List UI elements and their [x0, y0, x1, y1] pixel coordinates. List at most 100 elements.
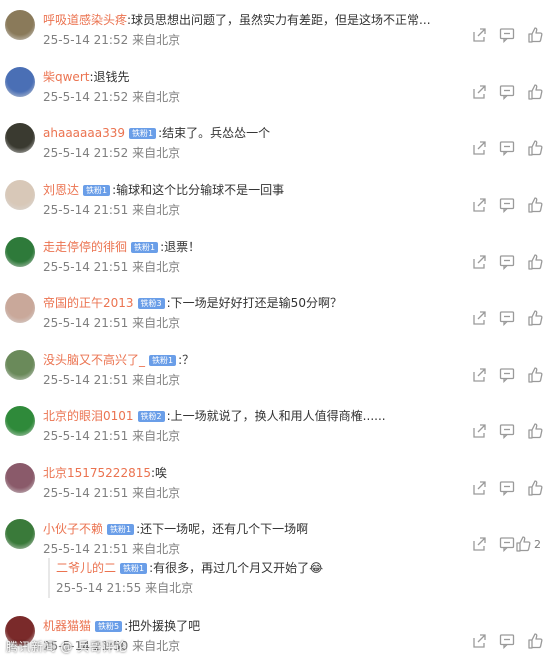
like-icon[interactable]: [527, 84, 543, 100]
share-icon[interactable]: [471, 254, 487, 270]
comment-icon[interactable]: [499, 310, 515, 326]
comment-icon[interactable]: [499, 254, 515, 270]
share-icon[interactable]: [471, 140, 487, 156]
like-icon[interactable]: [527, 633, 543, 649]
laugh-emoji-icon: 😂: [309, 561, 324, 575]
comment-location: 来自北京: [132, 542, 181, 556]
comment-username[interactable]: 没头脑又不高兴了_: [43, 353, 145, 367]
comment-item: 柴qwert:退钱先 25-5-14 21:52 来自北京: [0, 62, 553, 119]
comment-text: :退钱先: [89, 70, 130, 84]
comment-location: 来自北京: [132, 203, 181, 217]
share-icon[interactable]: [471, 536, 487, 552]
comment-time: 25-5-14 21:51: [43, 203, 129, 217]
comment-location: 来自北京: [132, 146, 181, 160]
comment-username[interactable]: 北京的眼泪0101: [43, 409, 134, 423]
share-icon[interactable]: [471, 367, 487, 383]
avatar[interactable]: [5, 180, 35, 210]
comment-username[interactable]: ahaaaaaa339: [43, 126, 125, 140]
comment-icon[interactable]: [499, 480, 515, 496]
like-icon[interactable]: [527, 367, 543, 383]
comment-username[interactable]: 柴qwert: [43, 70, 89, 84]
comment-icon[interactable]: [499, 423, 515, 439]
comment-username[interactable]: 帝国的正午2013: [43, 296, 134, 310]
comment-icon[interactable]: [499, 140, 515, 156]
comment-item: 走走停停的徘徊 铁粉1:退票！ 25-5-14 21:51 来自北京: [0, 232, 553, 289]
like-icon[interactable]: [515, 536, 531, 552]
avatar[interactable]: [5, 463, 35, 493]
avatar[interactable]: [5, 350, 35, 380]
fan-badge: 铁粉1: [128, 128, 157, 139]
comment-location: 来自北京: [132, 260, 181, 274]
avatar[interactable]: [5, 10, 35, 40]
comment-location: 来自北京: [132, 429, 181, 443]
like-icon[interactable]: [527, 254, 543, 270]
comment-text: :唉: [150, 466, 168, 480]
fan-badge: 铁粉5: [95, 621, 123, 632]
fan-badge: 铁粉3: [137, 298, 165, 309]
share-icon[interactable]: [471, 27, 487, 43]
like-count: 2: [534, 538, 541, 551]
avatar[interactable]: [5, 123, 35, 153]
comment-icon[interactable]: [499, 27, 515, 43]
share-icon[interactable]: [471, 480, 487, 496]
comment-icon[interactable]: [499, 536, 515, 552]
like-icon[interactable]: [527, 140, 543, 156]
comment-username[interactable]: 刘恩达: [43, 183, 79, 197]
fan-badge: 铁粉1: [83, 185, 111, 196]
share-icon[interactable]: [471, 423, 487, 439]
comment-item: 没头脑又不高兴了_ 铁粉1:？ 25-5-14 21:51 来自北京: [0, 345, 553, 402]
comment-icon[interactable]: [499, 197, 515, 213]
avatar[interactable]: [5, 406, 35, 436]
fan-badge: 铁粉2: [137, 411, 165, 422]
comment-username[interactable]: 机器猫猫: [43, 619, 91, 633]
comment-text: :还下一场呢，还有几个下一场啊: [136, 522, 309, 536]
avatar[interactable]: [5, 237, 35, 267]
comment-location: 来自北京: [132, 33, 181, 47]
avatar[interactable]: [5, 293, 35, 323]
fan-badge: 铁粉1: [149, 355, 177, 366]
like-icon[interactable]: [527, 197, 543, 213]
avatar[interactable]: [5, 519, 35, 549]
comment-location: 来自北京: [132, 639, 181, 653]
comment-item: ahaaaaaa339 铁粉1:结束了。兵怂怂一个 25-5-14 21:52 来自…: [0, 118, 553, 175]
comment-location: 来自北京: [132, 316, 181, 330]
comment-time: 25-5-14 21:52: [43, 33, 129, 47]
comment-username[interactable]: 小伙子不赖: [43, 522, 103, 536]
like-icon[interactable]: [527, 480, 543, 496]
comment-username[interactable]: 北京15175222815: [43, 466, 151, 480]
share-icon[interactable]: [471, 310, 487, 326]
comment-text: :下一场是好好打还是输50分啊？: [166, 296, 342, 310]
comment-icon[interactable]: [499, 367, 515, 383]
comment-time: 25-5-14 21:52: [43, 146, 129, 160]
fan-badge: 铁粉1: [120, 563, 148, 574]
comment-icon[interactable]: [499, 633, 515, 649]
reply-location: 来自北京: [145, 581, 194, 595]
like-icon[interactable]: [527, 423, 543, 439]
comment-item: 帝国的正午2013 铁粉3:下一场是好好打还是输50分啊？ 25-5-14 21:5…: [0, 288, 553, 345]
share-icon[interactable]: [471, 84, 487, 100]
share-icon[interactable]: [471, 633, 487, 649]
comment-location: 来自北京: [132, 373, 181, 387]
comment-item: 刘恩达 铁粉1:输球和这个比分输球不是一回事 25-5-14 21:51 来自北京: [0, 175, 553, 232]
avatar[interactable]: [5, 67, 35, 97]
comment-username[interactable]: 走走停停的徘徊: [43, 240, 127, 254]
reply-time: 25-5-14 21:55: [56, 581, 142, 595]
reply-text: :有很多，再过几个月又开始了: [149, 561, 310, 575]
like-icon[interactable]: [527, 27, 543, 43]
comment-text: :上一场就说了，换人和用人值得商榷......: [166, 409, 386, 423]
comment-time: 25-5-14 21:51: [43, 542, 129, 556]
comment-time: 25-5-14 21:51: [43, 373, 129, 387]
fan-badge: 铁粉1: [131, 242, 159, 253]
like-icon[interactable]: [527, 310, 543, 326]
reply-username[interactable]: 二爷儿的二: [56, 561, 116, 575]
share-icon[interactable]: [471, 197, 487, 213]
comment-time: 25-5-14 21:51: [43, 260, 129, 274]
comment-text: :结束了。兵怂怂一个: [158, 126, 271, 140]
comment-icon[interactable]: [499, 84, 515, 100]
comment-location: 来自北京: [132, 486, 181, 500]
comment-username[interactable]: 呼吸道感染头疼: [43, 13, 127, 27]
comment-item: 北京15175222815:唉 25-5-14 21:51 来自北京: [0, 458, 553, 515]
comment-text: :退票！: [160, 240, 201, 254]
reply-item: 二爷儿的二 铁粉1:有很多，再过几个月又开始了😂 25-5-14 21:55 来自…: [48, 558, 530, 598]
comment-location: 来自北京: [132, 90, 181, 104]
